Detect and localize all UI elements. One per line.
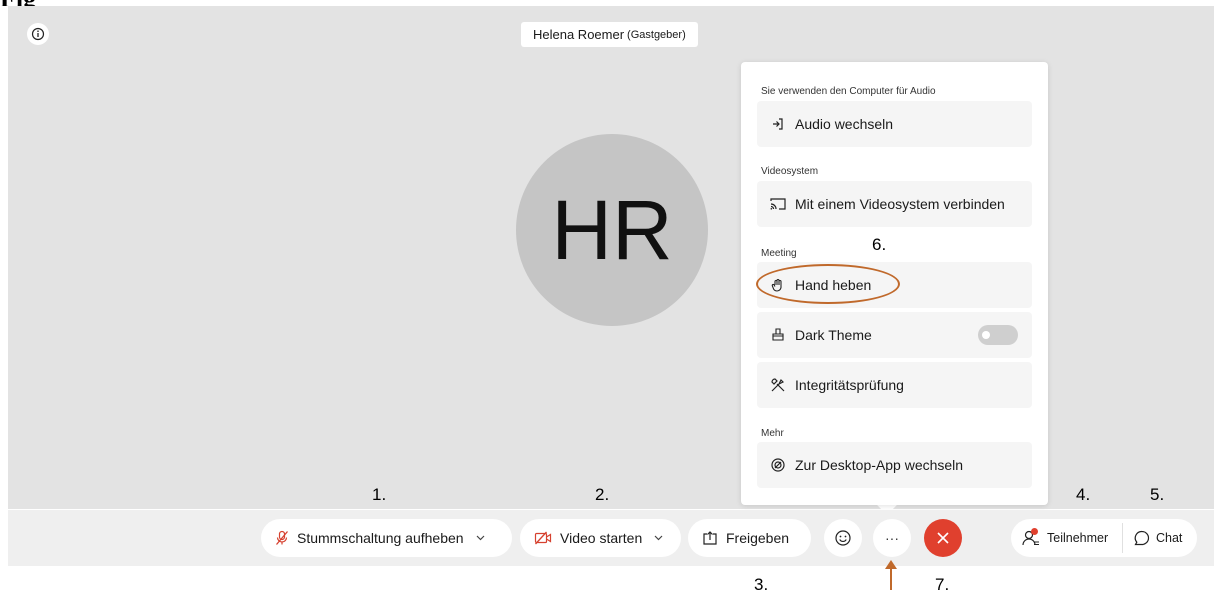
annotation-number-1: 1. xyxy=(372,485,387,504)
share-label: Freigeben xyxy=(726,530,790,546)
chevron-down-icon[interactable] xyxy=(476,535,485,541)
chevron-down-icon[interactable] xyxy=(654,535,663,541)
unmute-button[interactable]: Stummschaltung aufheben xyxy=(261,519,512,557)
video-system-item[interactable]: Mit einem Videosystem verbinden xyxy=(757,181,1032,227)
more-options-label: ··· xyxy=(885,530,899,546)
more-section-heading: Mehr xyxy=(761,428,784,439)
dark-theme-toggle[interactable] xyxy=(978,325,1018,345)
audio-section-heading: Sie verwenden den Computer für Audio xyxy=(761,86,936,97)
unmute-label: Stummschaltung aufheben xyxy=(297,530,464,546)
raise-hand-highlight xyxy=(756,264,900,304)
audio-switch-label: Audio wechseln xyxy=(795,116,894,132)
video-system-label: Mit einem Videosystem verbinden xyxy=(795,196,1005,212)
meeting-section-heading: Meeting xyxy=(761,248,797,259)
annotation-number-5: 5. xyxy=(1150,485,1165,504)
chat-icon xyxy=(1133,529,1151,547)
mic-muted-icon xyxy=(275,530,289,546)
annotation-number-6: 6. xyxy=(872,235,887,254)
start-video-button[interactable]: Video starten xyxy=(520,519,681,557)
desktop-app-item[interactable]: Zur Desktop-App wechseln xyxy=(757,442,1032,488)
share-button[interactable]: Freigeben xyxy=(688,519,811,557)
annotation-number-2: 2. xyxy=(595,485,610,504)
annotation-arrow xyxy=(890,566,892,590)
annotation-number-7: 7. xyxy=(935,575,950,594)
participants-icon xyxy=(1021,528,1041,548)
more-options-button[interactable]: ··· xyxy=(873,519,911,557)
dark-theme-label: Dark Theme xyxy=(795,327,872,343)
panel-toggle-group: Teilnehmer Chat xyxy=(1011,519,1197,557)
participants-label: Teilnehmer xyxy=(1047,531,1109,545)
reactions-button[interactable] xyxy=(824,519,862,557)
brush-icon xyxy=(769,326,787,344)
annotation-number-3: 3. xyxy=(754,575,769,594)
host-name: Helena Roemer xyxy=(533,27,625,42)
leave-meeting-button[interactable] xyxy=(924,519,962,557)
info-button[interactable] xyxy=(27,23,49,45)
notification-dot xyxy=(1031,528,1038,535)
audio-switch-item[interactable]: Audio wechseln xyxy=(757,101,1032,147)
desktop-app-label: Zur Desktop-App wechseln xyxy=(795,457,964,473)
info-icon xyxy=(31,27,45,41)
chat-label: Chat xyxy=(1156,531,1183,545)
participants-button[interactable]: Teilnehmer xyxy=(1021,519,1108,557)
host-role: (Gastgeber) xyxy=(627,28,686,41)
toggle-divider xyxy=(1122,523,1123,553)
audio-switch-icon xyxy=(769,115,787,133)
integrity-check-item[interactable]: Integritätsprüfung xyxy=(757,362,1032,408)
desktop-app-icon xyxy=(769,456,787,474)
chat-button[interactable]: Chat xyxy=(1133,519,1182,557)
annotation-number-4: 4. xyxy=(1076,485,1091,504)
dark-theme-item[interactable]: Dark Theme xyxy=(757,312,1032,358)
close-icon xyxy=(937,532,949,544)
integrity-check-label: Integritätsprüfung xyxy=(795,377,904,393)
avatar-initials: HR xyxy=(551,182,673,277)
host-name-label: Helena Roemer (Gastgeber) xyxy=(521,22,698,47)
cast-icon xyxy=(769,195,787,213)
tools-icon xyxy=(769,376,787,394)
start-video-label: Video starten xyxy=(560,530,643,546)
video-off-icon xyxy=(534,531,552,545)
video-section-heading: Videosystem xyxy=(761,166,819,177)
emoji-icon xyxy=(835,530,851,546)
share-icon xyxy=(702,530,718,546)
avatar: HR xyxy=(516,134,708,326)
